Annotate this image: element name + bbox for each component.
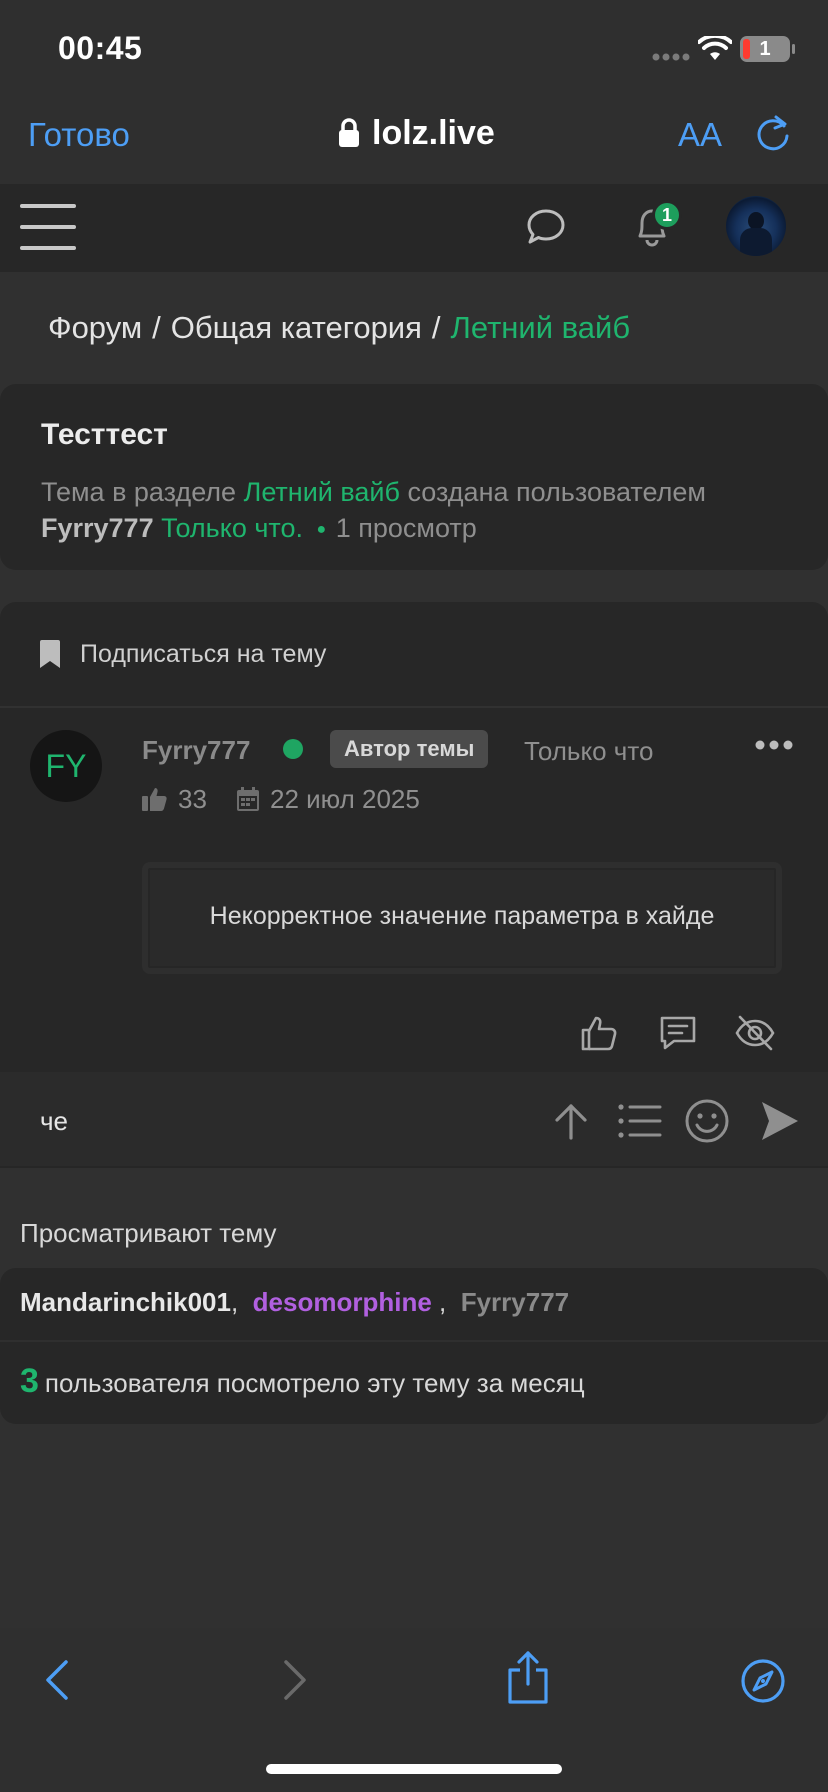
breadcrumb-section[interactable]: Летний вайб — [451, 310, 631, 345]
more-options-icon[interactable] — [755, 740, 793, 750]
forward-icon[interactable] — [282, 1660, 308, 1700]
hide-eye-icon[interactable] — [734, 1014, 776, 1052]
breadcrumb-forum[interactable]: Форум — [48, 310, 142, 345]
battery-level: 1 — [759, 38, 771, 60]
status-time: 00:45 — [58, 30, 143, 66]
divider — [0, 1340, 828, 1342]
breadcrumb-category[interactable]: Общая категория — [171, 310, 422, 345]
viewer-separator: , — [230, 1287, 253, 1317]
viewer-user[interactable]: Fyrry777 — [461, 1287, 569, 1317]
like-icon[interactable] — [580, 1014, 618, 1052]
breadcrumb-separator: / — [431, 310, 441, 345]
viewers-list: Mandarinchik001, desomorphine , Fyrry777 — [20, 1287, 569, 1318]
viewer-user[interactable]: Mandarinchik001 — [20, 1287, 231, 1317]
menu-icon[interactable] — [20, 204, 76, 250]
post-time[interactable]: Только что — [524, 736, 653, 767]
emoji-icon[interactable] — [684, 1098, 730, 1144]
monthly-count: 3 — [20, 1362, 39, 1400]
done-button[interactable]: Готово — [28, 116, 130, 154]
online-status-dot — [283, 739, 303, 759]
thread-info-created: создана пользователем — [407, 477, 706, 507]
back-icon[interactable] — [44, 1660, 70, 1700]
monthly-text: пользователя посмотрело эту тему за меся… — [44, 1368, 585, 1398]
user-avatar[interactable] — [726, 196, 786, 256]
arrow-up-icon[interactable] — [552, 1102, 590, 1140]
compass-icon[interactable] — [740, 1658, 786, 1704]
thread-views: 1 просмотр — [335, 513, 477, 543]
viewer-separator: , — [431, 1287, 461, 1317]
thread-author-link[interactable]: Fyrry777 — [41, 513, 154, 543]
dot-separator: ● — [316, 520, 327, 538]
messages-icon[interactable] — [526, 208, 566, 246]
post-date: 22 июл 2025 — [270, 784, 420, 814]
thumbs-up-icon — [142, 786, 168, 812]
thread-section-link[interactable]: Летний вайб — [244, 477, 400, 507]
reply-icon[interactable] — [658, 1014, 698, 1052]
post-likes: 33 — [178, 784, 207, 814]
subscribe-label[interactable]: Подписаться на тему — [80, 640, 326, 669]
text-size-button[interactable]: AA — [678, 116, 722, 154]
thread-info: Тема в разделе Летний вайб создана польз… — [41, 474, 801, 548]
viewer-user[interactable]: desomorphine — [253, 1287, 432, 1317]
reply-input[interactable]: че — [40, 1106, 68, 1137]
wifi-icon — [698, 36, 732, 62]
lock-icon — [338, 118, 360, 148]
bookmark-icon — [40, 640, 60, 668]
url-label[interactable]: lolz.live — [372, 114, 495, 153]
thread-title: Тесттест — [41, 418, 168, 451]
list-icon[interactable] — [618, 1104, 662, 1138]
forum-navbar — [0, 184, 828, 272]
send-icon[interactable] — [760, 1100, 800, 1142]
author-badge: Автор темы — [330, 730, 489, 768]
share-icon[interactable] — [506, 1650, 550, 1706]
calendar-icon — [236, 786, 260, 812]
monthly-views: 3 пользователя посмотрело эту тему за мес… — [20, 1362, 585, 1401]
thread-info-prefix: Тема в разделе — [41, 477, 237, 507]
post-author-avatar[interactable]: FY — [30, 730, 102, 802]
browser-top — [0, 0, 828, 184]
breadcrumb-separator: / — [152, 310, 161, 345]
home-indicator — [266, 1764, 562, 1774]
signal-icon — [652, 52, 692, 62]
post-username[interactable]: Fyrry777 — [142, 735, 250, 766]
breadcrumb: Форум / Общая категория / Летний вайб — [48, 310, 630, 346]
reload-icon[interactable] — [756, 114, 792, 152]
hide-message: Некорректное значение параметра в хайде — [209, 902, 715, 930]
thread-created-time: Только что. — [161, 513, 304, 543]
viewing-title: Просматривают тему — [20, 1218, 277, 1248]
notifications-badge: 1 — [652, 200, 682, 230]
battery-icon: 1 — [740, 36, 795, 62]
